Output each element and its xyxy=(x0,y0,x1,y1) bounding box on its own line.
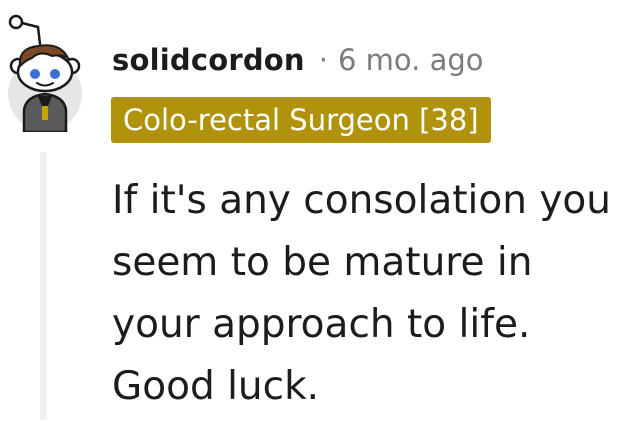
thread-collapse-line[interactable] xyxy=(40,152,47,420)
comment: solidcordon · 6 mo. ago Colo-rectal Surg… xyxy=(0,0,635,422)
comment-timestamp[interactable]: 6 mo. ago xyxy=(338,43,484,77)
comment-header: solidcordon · 6 mo. ago xyxy=(112,38,484,82)
meta-separator: · xyxy=(318,43,328,77)
user-flair: Colo-rectal Surgeon [38] xyxy=(111,97,491,143)
snoo-avatar-icon xyxy=(8,14,82,134)
user-avatar[interactable] xyxy=(4,14,86,134)
comment-body: If it's any consolation you seem to be m… xyxy=(112,170,627,418)
username-link[interactable]: solidcordon xyxy=(112,43,305,77)
comment-text: If it's any consolation you seem to be m… xyxy=(112,178,611,409)
